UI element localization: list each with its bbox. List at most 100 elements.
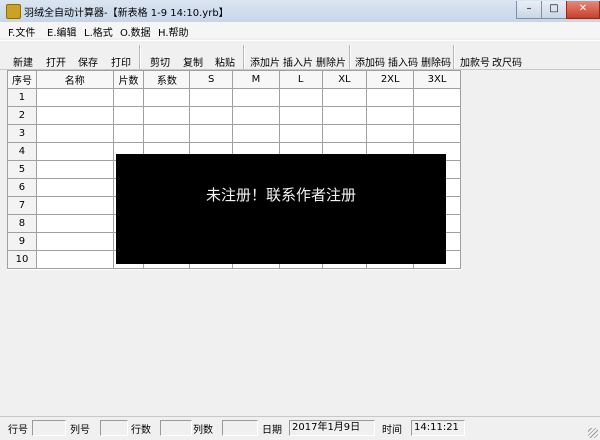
- menu-edit[interactable]: E.编辑: [47, 24, 77, 39]
- grid-cell[interactable]: [35, 178, 114, 197]
- open-button[interactable]: 打开: [46, 54, 66, 69]
- grid-cell[interactable]: [321, 88, 368, 107]
- unregistered-overlay: 未注册！联系作者注册: [116, 154, 446, 264]
- grid-cell[interactable]: [321, 124, 368, 143]
- row-number[interactable]: 9: [7, 232, 37, 251]
- column-header[interactable]: XL: [321, 70, 368, 89]
- grid-cell[interactable]: [413, 88, 461, 107]
- row-number[interactable]: 6: [7, 178, 37, 197]
- grid-cell[interactable]: [143, 124, 191, 143]
- menu-file[interactable]: F.文件: [8, 24, 35, 39]
- grid-cell[interactable]: [366, 88, 415, 107]
- grid-cell[interactable]: [189, 106, 234, 125]
- grid-cell[interactable]: [189, 88, 234, 107]
- grid-cell[interactable]: [366, 106, 415, 125]
- grid-cell[interactable]: [278, 88, 323, 107]
- app-icon: [6, 4, 21, 19]
- minimize-button[interactable]: –: [516, 1, 542, 19]
- row-number[interactable]: 3: [7, 124, 37, 143]
- app-window: 羽绒全自动计算器-【新表格 1-9 14:10.yrb】 – □ ✕ F.文件 …: [0, 0, 600, 440]
- grid-cell[interactable]: [413, 124, 461, 143]
- row-number[interactable]: 5: [7, 160, 37, 179]
- row-number[interactable]: 4: [7, 142, 37, 161]
- table-row: 2: [7, 106, 461, 125]
- insert-piece-button[interactable]: 插入片: [283, 54, 313, 69]
- grid-cell[interactable]: [35, 106, 114, 125]
- close-button[interactable]: ✕: [566, 1, 600, 19]
- menu-format[interactable]: L.格式: [84, 24, 113, 39]
- grid-cell[interactable]: [112, 124, 145, 143]
- maximize-button[interactable]: □: [541, 1, 567, 19]
- paste-button[interactable]: 粘贴: [215, 54, 235, 69]
- grid-cell[interactable]: [143, 106, 191, 125]
- column-header[interactable]: S: [189, 70, 234, 89]
- row-number[interactable]: 7: [7, 196, 37, 215]
- grid-cell[interactable]: [143, 88, 191, 107]
- menu-help[interactable]: H.帮助: [158, 24, 189, 39]
- toolbar-separator: [349, 45, 351, 69]
- add-piece-button[interactable]: 添加片: [250, 54, 280, 69]
- grid-cell[interactable]: [35, 214, 114, 233]
- grid-cell[interactable]: [35, 250, 114, 269]
- row-number[interactable]: 10: [7, 250, 37, 269]
- toolbar-separator: [243, 45, 245, 69]
- menu-bar: F.文件 E.编辑 L.格式 O.数据 H.帮助: [0, 22, 600, 39]
- column-header[interactable]: 2XL: [366, 70, 415, 89]
- grid-cell[interactable]: [413, 106, 461, 125]
- grid-cell[interactable]: [35, 124, 114, 143]
- status-bar: 行号 列号 行数 列数 日期 2017年1月9日 时间 14:11:21: [0, 416, 600, 440]
- insert-size-button[interactable]: 插入码: [388, 54, 418, 69]
- save-button[interactable]: 保存: [78, 54, 98, 69]
- grid-cell[interactable]: [35, 232, 114, 251]
- window-title: 羽绒全自动计算器-【新表格 1-9 14:10.yrb】: [24, 8, 229, 19]
- change-size-button[interactable]: 改尺码: [492, 54, 522, 69]
- toolbar-separator: [139, 45, 141, 69]
- status-col-label: 列号: [70, 425, 90, 436]
- status-time-label: 时间: [382, 425, 402, 436]
- grid-cell[interactable]: [278, 106, 323, 125]
- grid-cell[interactable]: [35, 142, 114, 161]
- table-row: 1: [7, 88, 461, 107]
- delete-piece-button[interactable]: 删除片: [316, 54, 346, 69]
- status-col-value: [100, 420, 128, 436]
- delete-size-button[interactable]: 删除码: [421, 54, 451, 69]
- status-rows-label: 行数: [131, 425, 151, 436]
- grid-cell[interactable]: [232, 88, 280, 107]
- grid-cell[interactable]: [189, 124, 234, 143]
- status-row-value: [32, 420, 66, 436]
- column-header[interactable]: 序号: [7, 70, 37, 89]
- row-number[interactable]: 1: [7, 88, 37, 107]
- status-date-label: 日期: [262, 425, 282, 436]
- grid-cell[interactable]: [232, 124, 280, 143]
- menu-data[interactable]: O.数据: [120, 24, 151, 39]
- grid-cell[interactable]: [35, 88, 114, 107]
- column-header[interactable]: L: [278, 70, 323, 89]
- grid-cell[interactable]: [278, 124, 323, 143]
- grid-cell[interactable]: [112, 88, 145, 107]
- add-size-button[interactable]: 添加码: [355, 54, 385, 69]
- cut-button[interactable]: 剪切: [150, 54, 170, 69]
- resize-grip[interactable]: [588, 428, 598, 438]
- grid-cell[interactable]: [35, 160, 114, 179]
- add-style-button[interactable]: 加款号: [460, 54, 490, 69]
- copy-button[interactable]: 复制: [183, 54, 203, 69]
- row-number[interactable]: 8: [7, 214, 37, 233]
- column-header[interactable]: M: [232, 70, 280, 89]
- print-button[interactable]: 打印: [111, 54, 131, 69]
- column-header[interactable]: 3XL: [413, 70, 461, 89]
- column-header[interactable]: 名称: [35, 70, 114, 89]
- column-header[interactable]: 片数: [112, 70, 145, 89]
- status-row-label: 行号: [8, 425, 28, 436]
- new-button[interactable]: 新建: [13, 54, 33, 69]
- row-number[interactable]: 2: [7, 106, 37, 125]
- grid-cell[interactable]: [112, 106, 145, 125]
- status-cols-value: [222, 420, 258, 436]
- column-header[interactable]: 系数: [143, 70, 191, 89]
- title-bar[interactable]: 羽绒全自动计算器-【新表格 1-9 14:10.yrb】 – □ ✕: [0, 0, 600, 23]
- grid-cell[interactable]: [366, 124, 415, 143]
- grid-cell[interactable]: [232, 106, 280, 125]
- grid-cell[interactable]: [321, 106, 368, 125]
- toolbar: 新建 打开 保存 打印 剪切 复制 粘贴 添加片 插入片 删除片 添加码 插入码…: [0, 40, 600, 70]
- grid-cell[interactable]: [35, 196, 114, 215]
- unregistered-message: 未注册！联系作者注册: [205, 186, 356, 204]
